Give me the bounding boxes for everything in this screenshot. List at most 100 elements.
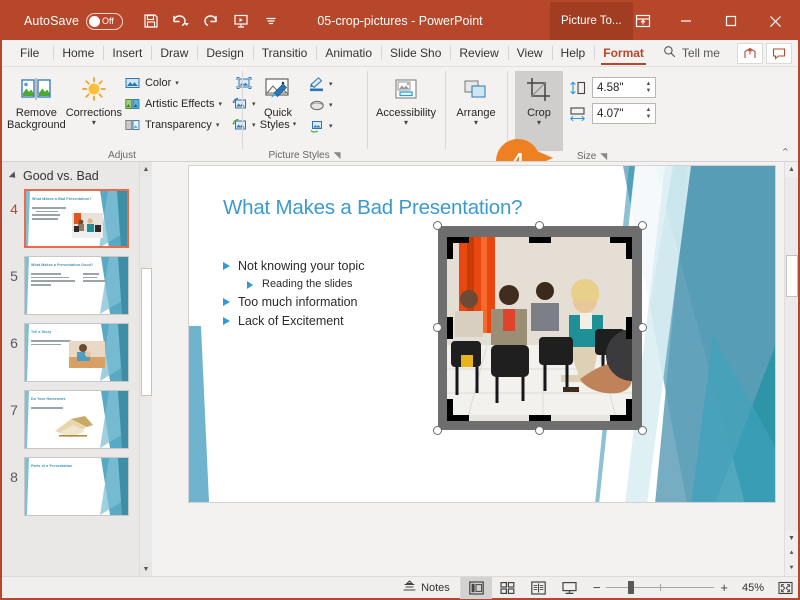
tab-file[interactable]: File <box>2 40 53 66</box>
slide-area-scrollbar[interactable]: ▲ ▼ ⯅ ⯆ <box>784 162 798 576</box>
slide-body-placeholder[interactable]: Not knowing your topic Reading the slide… <box>223 259 364 333</box>
tab-format[interactable]: Format <box>594 40 653 66</box>
slide-scroll-thumb[interactable] <box>785 255 798 297</box>
scroll-up-icon[interactable]: ▲ <box>139 162 152 176</box>
crop-handle-top-center[interactable] <box>529 237 551 243</box>
undo-icon[interactable] <box>167 8 195 34</box>
selection-handle-bottom-left[interactable] <box>433 426 442 435</box>
previous-slide-icon[interactable]: ⯅ <box>785 546 799 561</box>
tab-review[interactable]: Review <box>450 40 507 66</box>
tab-transitions[interactable]: Transitio <box>252 40 317 66</box>
selection-handle-middle-left[interactable] <box>433 323 442 332</box>
chevron-down-icon[interactable]: ▾ <box>329 80 333 88</box>
crop-handle-bottom-right-v[interactable] <box>626 399 632 421</box>
notes-button[interactable]: Notes <box>393 577 460 599</box>
thumbnail-5[interactable]: What Makes a Presentation Good? <box>24 256 129 315</box>
thumbnail-row-4[interactable]: 4 What Makes a Bad Presentation? <box>4 189 152 248</box>
chevron-down-icon[interactable]: ▾ <box>175 79 179 87</box>
zoom-in-button[interactable]: + <box>720 580 728 595</box>
quick-styles-button[interactable]: Quick Styles ▾ <box>250 71 306 131</box>
artistic-effects-button[interactable]: Artistic Effects ▾ <box>122 94 225 114</box>
tab-home[interactable]: Home <box>53 40 103 66</box>
chevron-down-icon[interactable]: ▾ <box>92 119 96 127</box>
zoom-slider-track[interactable] <box>606 580 715 594</box>
chevron-down-icon[interactable]: ▾ <box>474 119 478 127</box>
crop-handle-middle-left[interactable] <box>447 317 453 339</box>
scroll-up-icon[interactable]: ▲ <box>785 162 799 177</box>
thumbnail-row-6[interactable]: 6 Tell a Story <box>4 323 152 382</box>
current-slide[interactable]: What Makes a Bad Presentation? Not knowi… <box>188 165 776 503</box>
tab-animations[interactable]: Animatio <box>316 40 381 66</box>
selection-handle-middle-right[interactable] <box>638 323 647 332</box>
shape-width-spinner[interactable]: ▲ ▼ <box>642 107 655 120</box>
tab-insert[interactable]: Insert <box>103 40 151 66</box>
customize-quick-access-toolbar-icon[interactable] <box>257 8 285 34</box>
close-button[interactable] <box>753 2 798 40</box>
chevron-down-icon[interactable]: ▾ <box>329 122 333 130</box>
chevron-down-icon[interactable]: ▾ <box>218 100 222 108</box>
shape-height-spinner[interactable]: ▲ ▼ <box>642 81 655 94</box>
thumbnail-row-5[interactable]: 5 What Makes a Presentation Good? <box>4 256 152 315</box>
minimize-button[interactable] <box>663 2 708 40</box>
thumbnail-6[interactable]: Tell a Story <box>24 323 129 382</box>
reading-view-button[interactable] <box>523 577 554 599</box>
autosave-switch[interactable]: Off <box>86 12 124 30</box>
crop-handle-bottom-left-v[interactable] <box>447 399 453 421</box>
tab-view[interactable]: View <box>507 40 552 66</box>
crop-handle-middle-right[interactable] <box>626 317 632 339</box>
thumbnail-7[interactable]: Do Your Homework <box>24 390 129 449</box>
tab-slide-show[interactable]: Slide Sho <box>381 40 450 66</box>
chevron-down-icon[interactable]: ▾ <box>329 101 333 109</box>
ribbon-display-options-icon[interactable] <box>623 2 663 40</box>
selection-handle-top-left[interactable] <box>433 221 442 230</box>
slide-sorter-view-button[interactable] <box>492 577 523 599</box>
corrections-button[interactable]: Corrections ▾ <box>66 71 122 127</box>
comments-button[interactable] <box>766 42 792 64</box>
maximize-button[interactable] <box>708 2 753 40</box>
selection-handle-bottom-center[interactable] <box>535 426 544 435</box>
accessibility-button[interactable]: Accessibility ▾ <box>372 71 440 127</box>
crop-handle-top-left-v[interactable] <box>447 237 453 259</box>
selection-handle-top-center[interactable] <box>535 221 544 230</box>
remove-background-button[interactable]: Remove Background <box>7 71 66 131</box>
shape-height-field[interactable]: 4.58" ▲ ▼ <box>592 77 656 98</box>
selection-handle-top-right[interactable] <box>638 221 647 230</box>
shape-width-field[interactable]: 4.07" ▲ ▼ <box>592 103 656 124</box>
chevron-down-icon[interactable]: ▾ <box>404 119 408 127</box>
save-icon[interactable] <box>137 8 165 34</box>
slide-scroll-track[interactable] <box>784 177 798 531</box>
thumbnail-8[interactable]: Parts of a Presentation <box>24 457 129 516</box>
fit-slide-to-window-button[interactable] <box>772 577 798 599</box>
selection-handle-bottom-right[interactable] <box>638 426 647 435</box>
zoom-percentage[interactable]: 45% <box>734 582 764 594</box>
section-header[interactable]: Good vs. Bad <box>2 162 152 189</box>
chevron-down-icon[interactable]: ▾ <box>216 121 220 129</box>
slide-title[interactable]: What Makes a Bad Presentation? <box>223 196 523 220</box>
scroll-down-icon[interactable]: ▼ <box>139 562 152 576</box>
picture-effects-button[interactable]: ▾ <box>306 95 340 115</box>
thumbnail-row-7[interactable]: 7 Do Your Homework <box>4 390 152 449</box>
chevron-down-icon[interactable]: ▾ <box>537 119 541 127</box>
scroll-down-icon[interactable]: ▼ <box>785 531 799 546</box>
thumbnail-scroll-thumb[interactable] <box>140 268 152 396</box>
thumbnail-row-8[interactable]: 8 Parts of a Presentation <box>4 457 152 516</box>
contextual-tab-badge[interactable]: Picture To... <box>550 2 633 40</box>
thumbnail-4[interactable]: What Makes a Bad Presentation? <box>24 189 129 248</box>
normal-view-button[interactable] <box>460 576 492 599</box>
collapse-ribbon-icon[interactable]: ⌃ <box>781 146 790 159</box>
start-presentation-icon[interactable] <box>227 8 255 34</box>
conference-audience-picture[interactable] <box>433 221 647 435</box>
zoom-out-button[interactable]: − <box>593 580 601 595</box>
share-button[interactable] <box>737 42 763 64</box>
tab-design[interactable]: Design <box>197 40 252 66</box>
chevron-down-icon[interactable]: ▾ <box>293 119 297 131</box>
tab-draw[interactable]: Draw <box>151 40 197 66</box>
picture-border-button[interactable]: ▾ <box>306 74 340 94</box>
autosave-toggle[interactable]: AutoSave Off <box>24 12 124 30</box>
tab-help[interactable]: Help <box>551 40 595 66</box>
crop-handle-top-right-v[interactable] <box>626 237 632 259</box>
picture-layout-button[interactable]: ▾ <box>306 116 340 136</box>
thumbnail-scroll-track[interactable] <box>139 176 152 562</box>
transparency-button[interactable]: Transparency ▾ <box>122 115 225 135</box>
zoom-slider-thumb[interactable] <box>628 580 635 594</box>
